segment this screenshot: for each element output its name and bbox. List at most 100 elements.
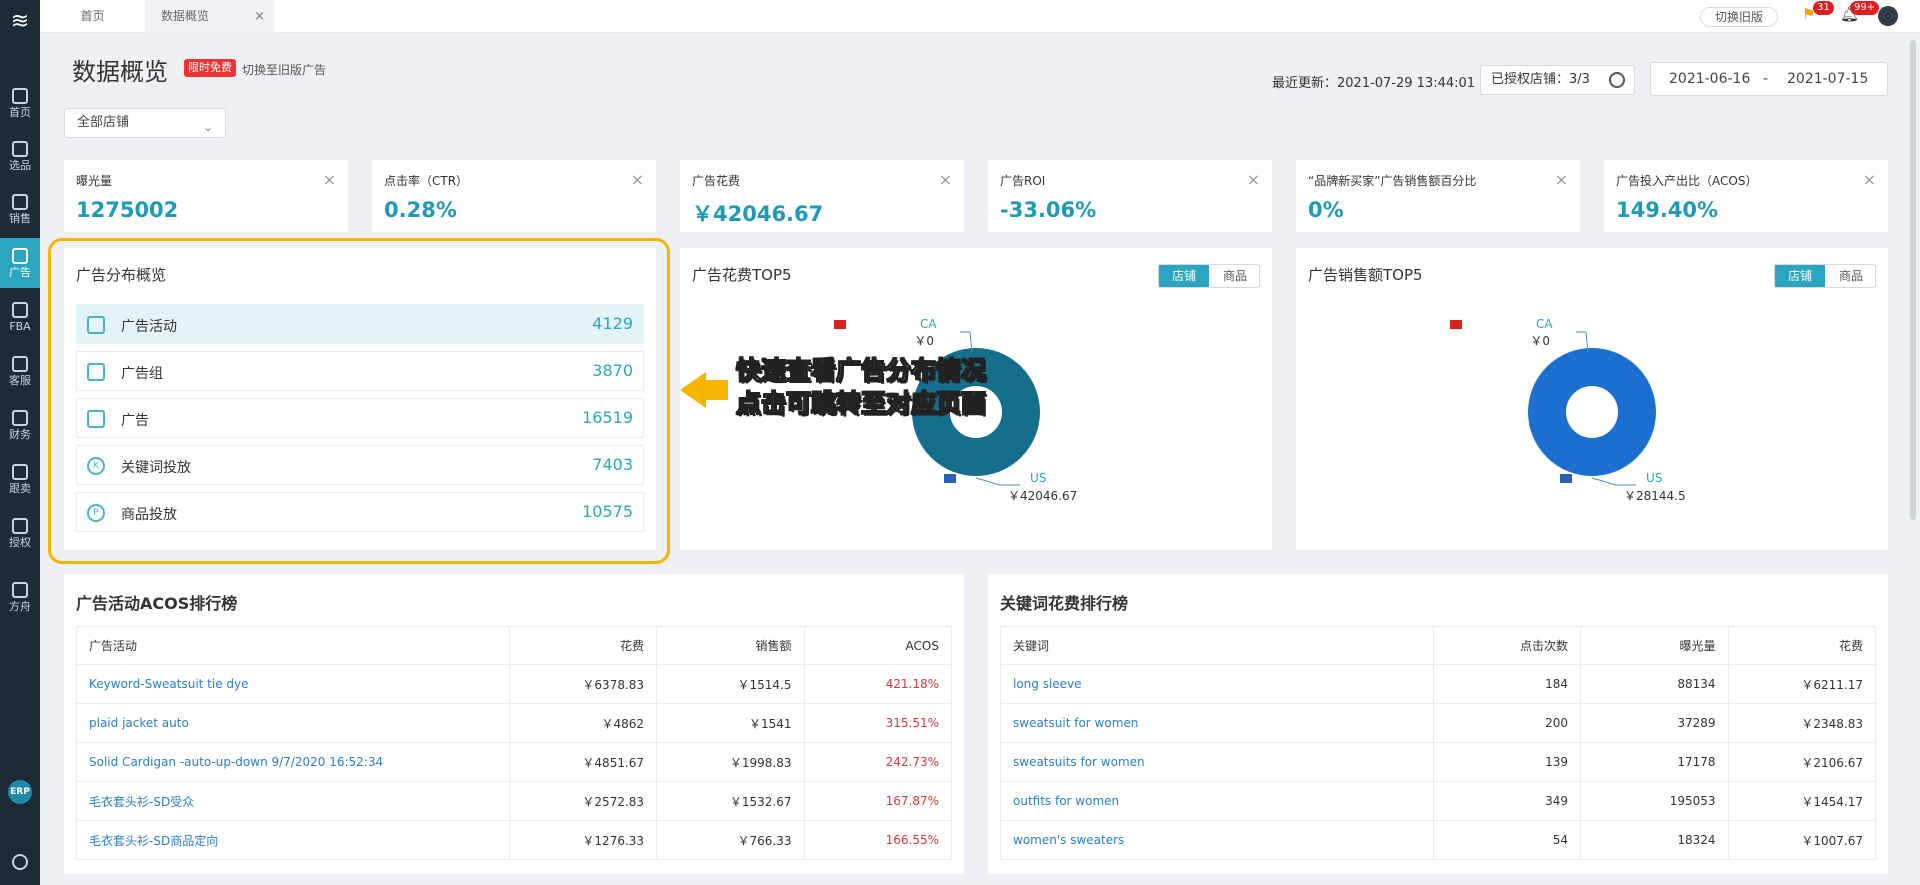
table-cell[interactable]: women's sweaters <box>1000 820 1434 860</box>
kpi-card: 点击率（CTR） 0.28% × <box>372 160 656 232</box>
acos-ranking-title: 广告活动ACOS排行榜 <box>76 594 238 613</box>
table-cell: 17178 <box>1580 742 1729 782</box>
sidebar-item-3[interactable]: 广告 <box>0 238 40 288</box>
kpi-card: 曝光量 1275002 × <box>64 160 348 232</box>
date-range-picker[interactable]: 2021-06-16 - 2021-07-15 <box>1650 62 1888 96</box>
table-cell[interactable]: sweatsuits for women <box>1000 742 1434 782</box>
slice-category-label: CA <box>1536 317 1553 331</box>
avatar[interactable] <box>1878 6 1898 26</box>
close-icon[interactable]: × <box>254 0 265 33</box>
home-icon <box>12 88 28 104</box>
callout-arrow-tail <box>704 380 728 400</box>
kpi-label: 广告花费 <box>692 174 741 188</box>
sidebar-item-1[interactable]: 选品 <box>0 131 40 181</box>
sidebar-item-6[interactable]: 财务 <box>0 400 40 450</box>
kpi-label: 点击率（CTR） <box>384 174 469 188</box>
table-cell[interactable]: Keyword-Sweatsuit tie dye <box>76 664 510 704</box>
sidebar-item-label: 广告 <box>9 266 31 279</box>
table-row: sweatsuits for women 139 17178 ￥2106.67 <box>1000 742 1877 782</box>
kpi-card: 广告ROI -33.06% × <box>988 160 1272 232</box>
tab-overview[interactable]: 数据概览 × <box>145 0 275 33</box>
table-row: 毛衣套头衫-SD受众 ￥2572.83 ￥1532.67 167.87% <box>76 781 953 821</box>
pie-icon <box>12 464 28 480</box>
table-cell[interactable]: 毛衣套头衫-SD商品定向 <box>76 820 510 860</box>
fba-icon <box>12 302 28 318</box>
authorized-stores-button[interactable]: 已授权店铺：3/3 <box>1480 65 1635 95</box>
gear-icon[interactable] <box>1609 72 1625 88</box>
sidebar-item-0[interactable]: 首页 <box>0 78 40 128</box>
slice-value-label: ￥0 <box>914 334 934 348</box>
table-cell: ￥1532.67 <box>656 781 805 821</box>
page-scrollbar[interactable] <box>1910 40 1916 520</box>
store-select[interactable]: 全部店铺 ⌄ <box>64 108 226 138</box>
sidebar-item-label: FBA <box>9 320 31 333</box>
kpi-card: 广告投入产出比（ACOS） 149.40% × <box>1604 160 1888 232</box>
table-cell: 421.18% <box>803 664 953 704</box>
table-cell[interactable]: long sleeve <box>1000 664 1434 704</box>
canada-flag-icon <box>1450 320 1462 329</box>
table-row: women's sweaters 54 18324 ￥1007.67 <box>1000 820 1877 860</box>
table-row: Solid Cardigan -auto-up-down 9/7/2020 16… <box>76 742 953 782</box>
table-cell: ￥1276.33 <box>508 820 658 860</box>
sidebar-item-5[interactable]: 客服 <box>0 346 40 396</box>
close-icon[interactable]: × <box>323 170 336 189</box>
sidebar-item-8[interactable]: 授权 <box>0 508 40 558</box>
slice-value-label: ￥0 <box>1530 334 1550 348</box>
sidebar-item-label: 方舟 <box>9 600 31 613</box>
table-header-row: 广告活动 花费 销售额 ACOS <box>76 626 953 665</box>
sidebar-item-7[interactable]: 跟卖 <box>0 454 40 504</box>
close-icon[interactable]: × <box>1863 170 1876 189</box>
table-header-cell: 花费 <box>508 626 658 665</box>
chart-icon <box>12 194 28 210</box>
close-icon[interactable]: × <box>939 170 952 189</box>
tab-home[interactable]: 首页 <box>40 0 145 33</box>
table-cell: 242.73% <box>803 742 953 782</box>
close-icon[interactable]: × <box>1555 170 1568 189</box>
table-row: sweatsuit for women 200 37289 ￥2348.83 <box>1000 703 1877 743</box>
keyword-spend-table: 关键词 点击次数 曝光量 花费 long sleeve 184 88134 ￥6211.17 s… <box>1000 626 1877 860</box>
table-header-cell: 广告活动 <box>76 626 510 665</box>
app-logo-icon[interactable]: ≋ <box>6 8 34 36</box>
table-cell[interactable]: plaid jacket auto <box>76 703 510 743</box>
acos-ranking-table: 广告活动 花费 销售额 ACOS Keyword-Sweatsuit tie dye ￥6… <box>76 626 953 860</box>
table-cell: 139 <box>1432 742 1582 782</box>
donut-slice-us[interactable] <box>1528 348 1656 476</box>
date-separator: - <box>1763 71 1769 87</box>
table-cell: ￥4851.67 <box>508 742 658 782</box>
erp-badge[interactable]: ERP <box>8 780 32 804</box>
sidebar-item-2[interactable]: 销售 <box>0 184 40 234</box>
label-leader-line <box>1591 477 1636 486</box>
sidebar-item-label: 首页 <box>9 106 31 119</box>
sidebar-item-9[interactable]: 方舟 <box>0 572 40 622</box>
table-header-cell: 关键词 <box>1000 626 1434 665</box>
table-cell: ￥1541 <box>656 703 805 743</box>
ad-sales-donut-chart: CA ￥0 US ￥28144.5 <box>1450 317 1686 503</box>
slice-category-label: CA <box>920 317 937 331</box>
switch-old-ads-link[interactable]: 切换至旧版广告 <box>242 61 326 78</box>
table-cell[interactable]: outfits for women <box>1000 781 1434 821</box>
search-icon <box>12 141 28 157</box>
settings-icon[interactable] <box>12 854 28 870</box>
table-cell: ￥1007.67 <box>1727 820 1877 860</box>
close-icon[interactable]: × <box>631 170 644 189</box>
date-start[interactable]: 2021-06-16 <box>1669 63 1750 95</box>
sidebar-item-label: 销售 <box>9 212 31 225</box>
sidebar-item-label: 选品 <box>9 159 31 172</box>
close-icon[interactable]: × <box>1247 170 1260 189</box>
table-cell: 315.51% <box>803 703 953 743</box>
message-icon <box>12 356 28 372</box>
date-end[interactable]: 2021-07-15 <box>1787 63 1868 95</box>
table-row: 毛衣套头衫-SD商品定向 ￥1276.33 ￥766.33 166.55% <box>76 820 953 860</box>
table-cell[interactable]: sweatsuit for women <box>1000 703 1434 743</box>
sidebar-item-label: 跟卖 <box>9 482 31 495</box>
table-cell: ￥4862 <box>508 703 658 743</box>
slice-value-label: ￥42046.67 <box>1008 489 1077 503</box>
table-cell[interactable]: 毛衣套头衫-SD受众 <box>76 781 510 821</box>
keyword-spend-title: 关键词花费排行榜 <box>1000 594 1129 613</box>
kpi-card: 广告花费 ￥42046.67 × <box>680 160 964 232</box>
sidebar-item-4[interactable]: FBA <box>0 292 40 342</box>
table-cell[interactable]: Solid Cardigan -auto-up-down 9/7/2020 16… <box>76 742 510 782</box>
kpi-value: 149.40% <box>1616 198 1719 222</box>
sidebar-item-label: 财务 <box>9 428 31 441</box>
switch-old-version-button[interactable]: 切换旧版 <box>1700 7 1779 27</box>
